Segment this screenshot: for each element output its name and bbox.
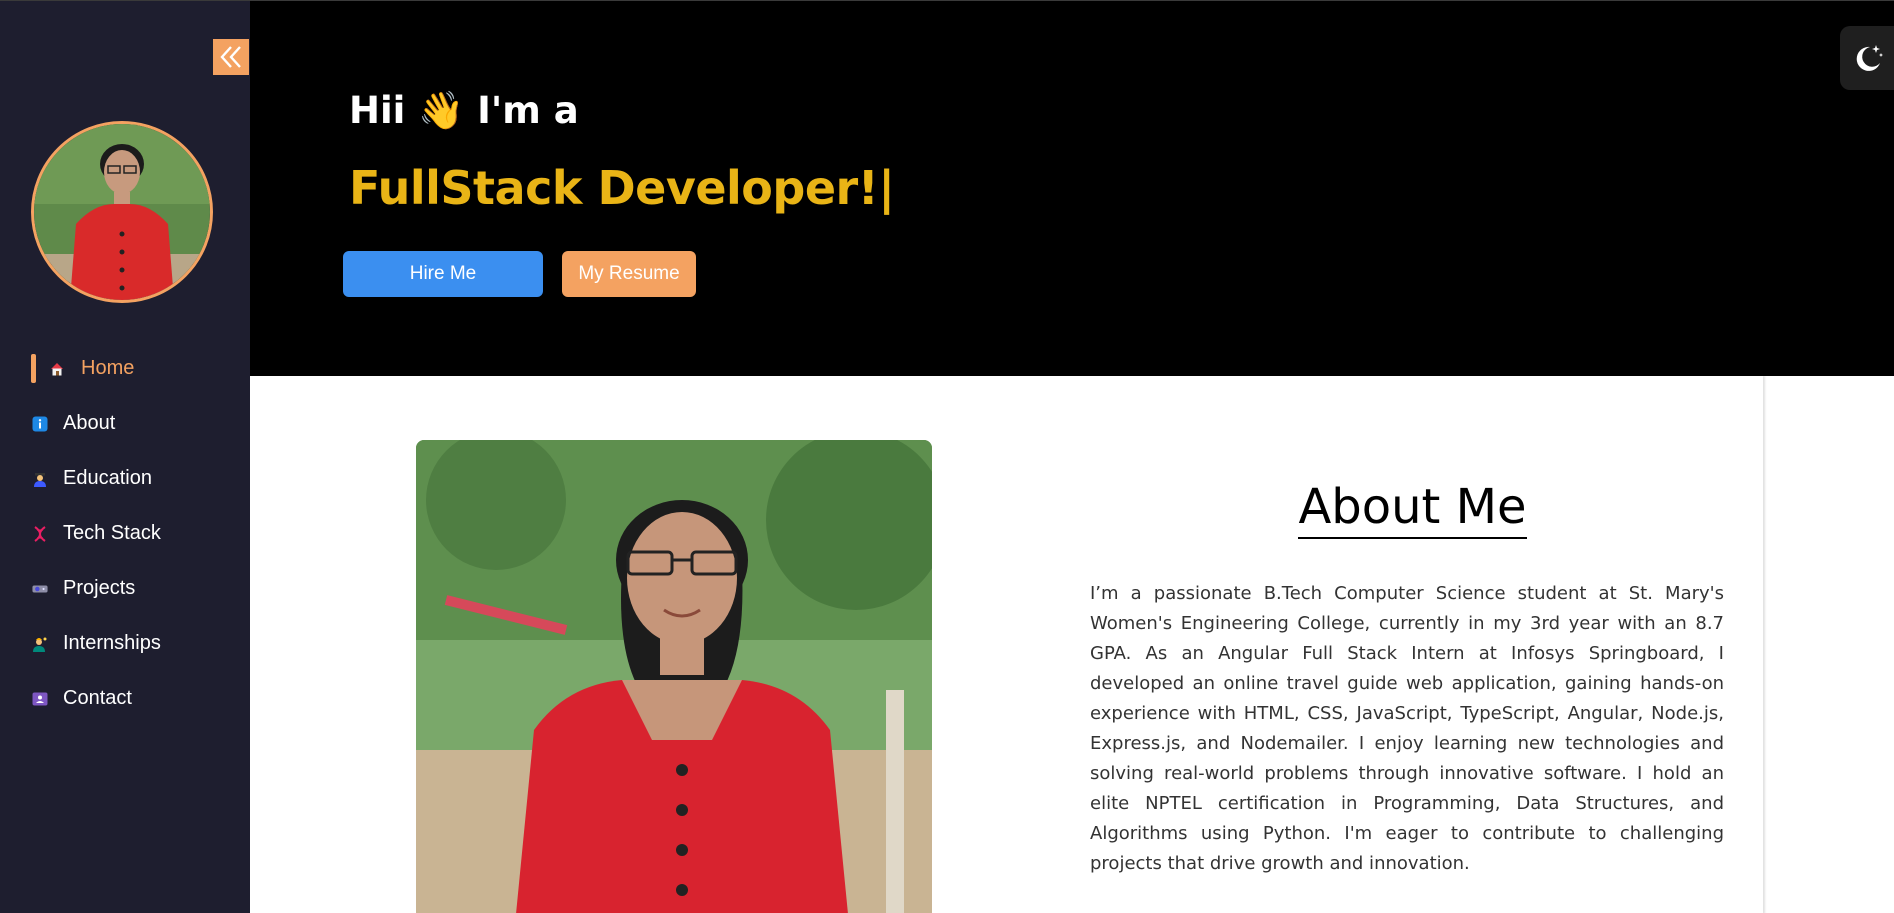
sidebar-item-label: Education [63,467,152,489]
avatar [31,121,213,303]
info-icon [32,416,48,432]
double-chevron-left-icon [220,46,241,68]
sidebar-item-home[interactable]: Home [0,341,250,396]
sidebar-item-label: Internships [63,632,161,654]
about-photo [416,440,932,913]
sidebar-item-label: About [63,412,116,434]
about-description: I’m a passionate B.Tech Computer Science… [1090,583,1724,874]
moon-stars-icon [1856,45,1883,71]
my-resume-button[interactable]: My Resume [562,251,696,297]
sidebar-item-projects[interactable]: Projects [0,561,250,616]
hero-role-text: FullStack Developer! [349,161,879,215]
portfolio-app: Home About Education Tech Stack Projects… [0,0,1894,913]
home-icon [49,361,65,377]
about-title-text: About Me [1298,479,1527,539]
sidebar-item-label: Home [81,357,135,379]
typing-caret: | [878,161,895,215]
sidebar-nav: Home About Education Tech Stack Projects… [0,341,250,726]
hero-section: Hii 👋 I'm a FullStack Developer!| Hire M… [250,1,1894,376]
sidebar: Home About Education Tech Stack Projects… [0,1,250,913]
sidebar-item-contact[interactable]: Contact [0,671,250,726]
projector-icon [32,581,48,597]
sidebar-item-label: Tech Stack [63,522,161,544]
sidebar-item-internships[interactable]: Internships [0,616,250,671]
dna-icon [32,525,48,542]
hire-me-button[interactable]: Hire Me [343,251,543,297]
theme-toggle-button[interactable] [1840,26,1894,90]
about-title: About Me [1090,479,1735,539]
sidebar-item-education[interactable]: Education [0,451,250,506]
sidebar-item-label: Contact [63,687,132,709]
contact-card-icon [32,691,48,707]
sidebar-item-label: Projects [63,577,136,599]
worker-icon [32,636,48,652]
sidebar-item-about[interactable]: About [0,396,250,451]
active-indicator [31,354,36,383]
hero-greeting: Hii 👋 I'm a [349,89,579,132]
hero-role: FullStack Developer!| [349,161,895,215]
collapse-sidebar-button[interactable] [213,39,249,75]
student-icon [32,471,48,487]
sidebar-item-tech-stack[interactable]: Tech Stack [0,506,250,561]
